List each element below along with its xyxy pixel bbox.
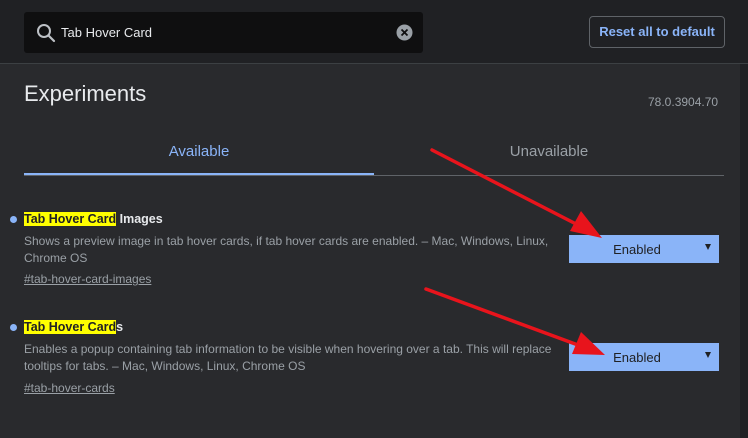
modified-indicator-dot: [10, 216, 17, 223]
tab-unavailable[interactable]: Unavailable: [374, 143, 724, 175]
tabs-divider: [24, 175, 724, 176]
reset-all-button[interactable]: Reset all to default: [589, 16, 725, 48]
select-value: Enabled: [613, 242, 661, 257]
dropdown-arrow-icon: [705, 352, 711, 358]
search-query[interactable]: Tab Hover Card: [61, 24, 152, 41]
experiment-state-select[interactable]: Enabled: [569, 235, 719, 263]
experiment-description: Shows a preview image in tab hover cards…: [24, 234, 549, 265]
tab-selected-indicator: [24, 173, 374, 175]
experiment-title-rest: s: [116, 320, 124, 334]
search-icon: [36, 23, 56, 43]
experiment-state-select[interactable]: Enabled: [569, 343, 719, 371]
experiment-permalink[interactable]: #tab-hover-card-images: [24, 272, 151, 286]
tab-unavailable-label: Unavailable: [509, 143, 589, 160]
page-header: Tab Hover Card Reset all to default: [0, 0, 748, 64]
search-input[interactable]: Tab Hover Card: [24, 12, 423, 53]
experiment-title-rest: Images: [116, 212, 163, 226]
experiment-title: Tab Hover Card Images: [24, 212, 163, 227]
experiment-description: Enables a popup containing tab informati…: [24, 342, 552, 373]
experiment-title: Tab Hover Cards: [24, 320, 123, 335]
version-label: 78.0.3904.70: [648, 95, 719, 109]
experiment-permalink[interactable]: #tab-hover-cards: [24, 381, 115, 395]
modified-indicator-dot: [10, 324, 17, 331]
clear-icon[interactable]: [396, 24, 413, 41]
scrollbar-track[interactable]: [740, 64, 748, 438]
page-title: Experiments: [24, 81, 147, 106]
tab-available-label: Available: [168, 143, 230, 160]
tab-available[interactable]: Available: [24, 143, 374, 175]
search-match-highlight: Tab Hover Card: [24, 212, 117, 226]
flags-page: Tab Hover Card Reset all to default Expe…: [0, 0, 748, 438]
select-value: Enabled: [613, 350, 661, 365]
dropdown-arrow-icon: [705, 244, 711, 250]
search-match-highlight: Tab Hover Card: [24, 320, 117, 334]
